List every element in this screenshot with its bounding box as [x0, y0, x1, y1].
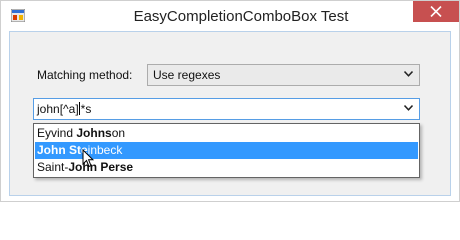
- chevron-down-icon[interactable]: [404, 105, 413, 111]
- chevron-down-icon: [404, 71, 413, 77]
- matching-method-select[interactable]: Use regexes: [147, 64, 420, 86]
- close-icon: [430, 6, 442, 17]
- window-title: EasyCompletionComboBox Test: [133, 8, 349, 25]
- match-highlight-text: John Perse: [68, 160, 134, 174]
- match-highlight-text: John Ste: [37, 143, 88, 157]
- search-text-after-caret: *s: [80, 102, 92, 116]
- title-bar[interactable]: EasyCompletionComboBox Test: [1, 1, 459, 31]
- close-button[interactable]: [413, 1, 459, 22]
- item-text: on: [111, 126, 126, 140]
- search-combobox-text: john[^a] *s: [37, 100, 91, 118]
- list-item[interactable]: Eyvind Johnson: [35, 125, 418, 142]
- match-highlight-text: Johns: [76, 126, 112, 140]
- item-text: Saint-: [37, 160, 69, 174]
- app-window: EasyCompletionComboBox Test Matching met…: [0, 0, 460, 202]
- search-combobox-input[interactable]: john[^a] *s: [33, 98, 420, 120]
- mouse-pointer-icon: [82, 149, 94, 168]
- search-text-before-caret: john[^a]: [37, 102, 79, 116]
- matching-method-label: Matching method:: [37, 68, 133, 82]
- item-text: Eyvind: [37, 126, 77, 140]
- matching-method-value: Use regexes: [153, 68, 221, 82]
